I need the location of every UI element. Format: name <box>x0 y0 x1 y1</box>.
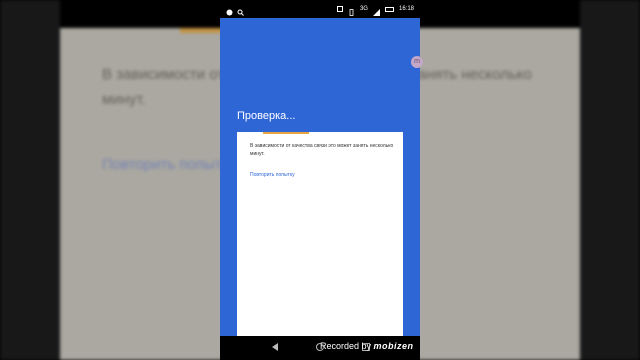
card-accent-bar <box>263 132 309 134</box>
status-bar: 3G 16:18 <box>220 0 420 18</box>
signal-icon <box>372 6 380 16</box>
retry-link[interactable]: Повторить попытку <box>250 172 295 178</box>
notification-icon <box>226 6 233 15</box>
app-content: Проверка... В зависимости от качества св… <box>220 18 420 336</box>
watermark-brand: mobizen <box>373 341 414 351</box>
battery-icon <box>384 6 394 12</box>
phone-screen: 3G 16:18 Проверка... В зависимости от ка… <box>220 0 420 360</box>
watermark-prefix: Recorded by <box>320 341 372 351</box>
page-title: Проверка... <box>237 110 296 122</box>
screen-recorder-bubble-icon[interactable]: m <box>411 56 423 68</box>
back-icon[interactable] <box>272 343 278 351</box>
status-message: В зависимости от качества связи это може… <box>250 143 394 157</box>
status-time: 16:18 <box>398 6 414 12</box>
search-icon <box>237 6 244 16</box>
screenshot-icon <box>336 6 343 12</box>
vibrate-icon <box>348 6 355 16</box>
recording-watermark: Recorded by mobizen <box>320 341 414 351</box>
status-card: В зависимости от качества связи это може… <box>237 132 403 336</box>
network-type: 3G <box>359 6 368 12</box>
